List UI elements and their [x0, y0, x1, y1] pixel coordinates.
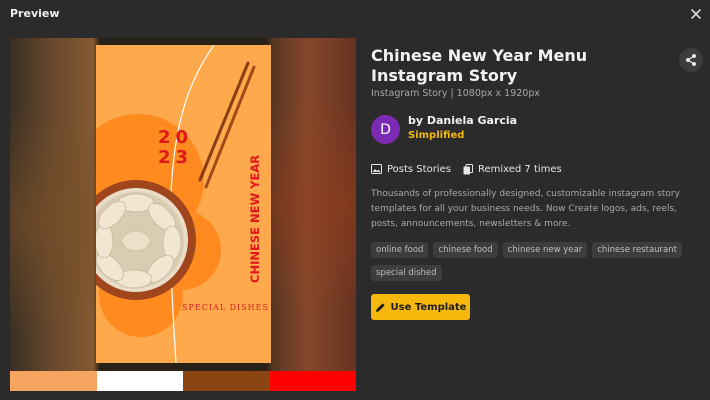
tag-chip[interactable]: chinese new year — [502, 242, 588, 258]
copy-icon — [463, 163, 473, 174]
tag-list: online food chinese food chinese new yea… — [371, 242, 696, 288]
share-button[interactable] — [679, 48, 703, 72]
avatar[interactable]: D — [371, 115, 400, 144]
tag-chip[interactable]: chinese restaurant — [592, 242, 682, 258]
palette-swatch[interactable] — [183, 371, 270, 391]
story-year-top: 20 — [158, 127, 193, 148]
tag-chip[interactable]: special dished — [371, 265, 442, 281]
color-palette — [10, 371, 356, 391]
use-template-button[interactable]: Use Template — [371, 294, 470, 320]
palette-swatch[interactable] — [96, 371, 183, 391]
share-icon — [686, 54, 696, 66]
tag-chip[interactable]: online food — [371, 242, 429, 258]
tag-chip[interactable]: chinese food — [433, 242, 498, 258]
author-name[interactable]: by Daniela Garcia — [408, 114, 517, 127]
story-footer-text: SPECIAL DISHES — [182, 303, 269, 312]
template-preview: 20 23 CHINESE NEW YEAR SPECIAL DISHES — [10, 38, 356, 391]
story-image: 20 23 CHINESE NEW YEAR SPECIAL DISHES — [96, 45, 271, 363]
palette-swatch[interactable] — [269, 371, 356, 391]
remix-label: Remixed 7 times — [477, 163, 562, 175]
image-icon — [371, 164, 382, 174]
category-stat: Posts Stories — [371, 164, 451, 175]
remix-stat: Remixed 7 times — [463, 163, 562, 175]
pencil-icon — [375, 302, 385, 312]
template-stats: Posts Stories Remixed 7 times — [371, 162, 574, 176]
template-title: Chinese New Year Menu Instagram Story — [371, 46, 588, 85]
category-label: Posts Stories — [387, 163, 451, 175]
close-icon[interactable] — [688, 6, 704, 22]
story-year-bottom: 23 — [158, 147, 193, 168]
template-description: Thousands of professionally designed, cu… — [371, 189, 680, 229]
preview-title: Preview — [10, 7, 60, 20]
template-subtitle: Instagram Story | 1080px x 1920px — [371, 88, 541, 99]
author-brand[interactable]: Simplified — [408, 130, 464, 141]
use-template-label: Use Template — [390, 301, 467, 313]
story-vertical-title: CHINESE NEW YEAR — [248, 155, 262, 283]
preview-header: Preview — [0, 0, 710, 28]
palette-swatch[interactable] — [10, 371, 97, 391]
